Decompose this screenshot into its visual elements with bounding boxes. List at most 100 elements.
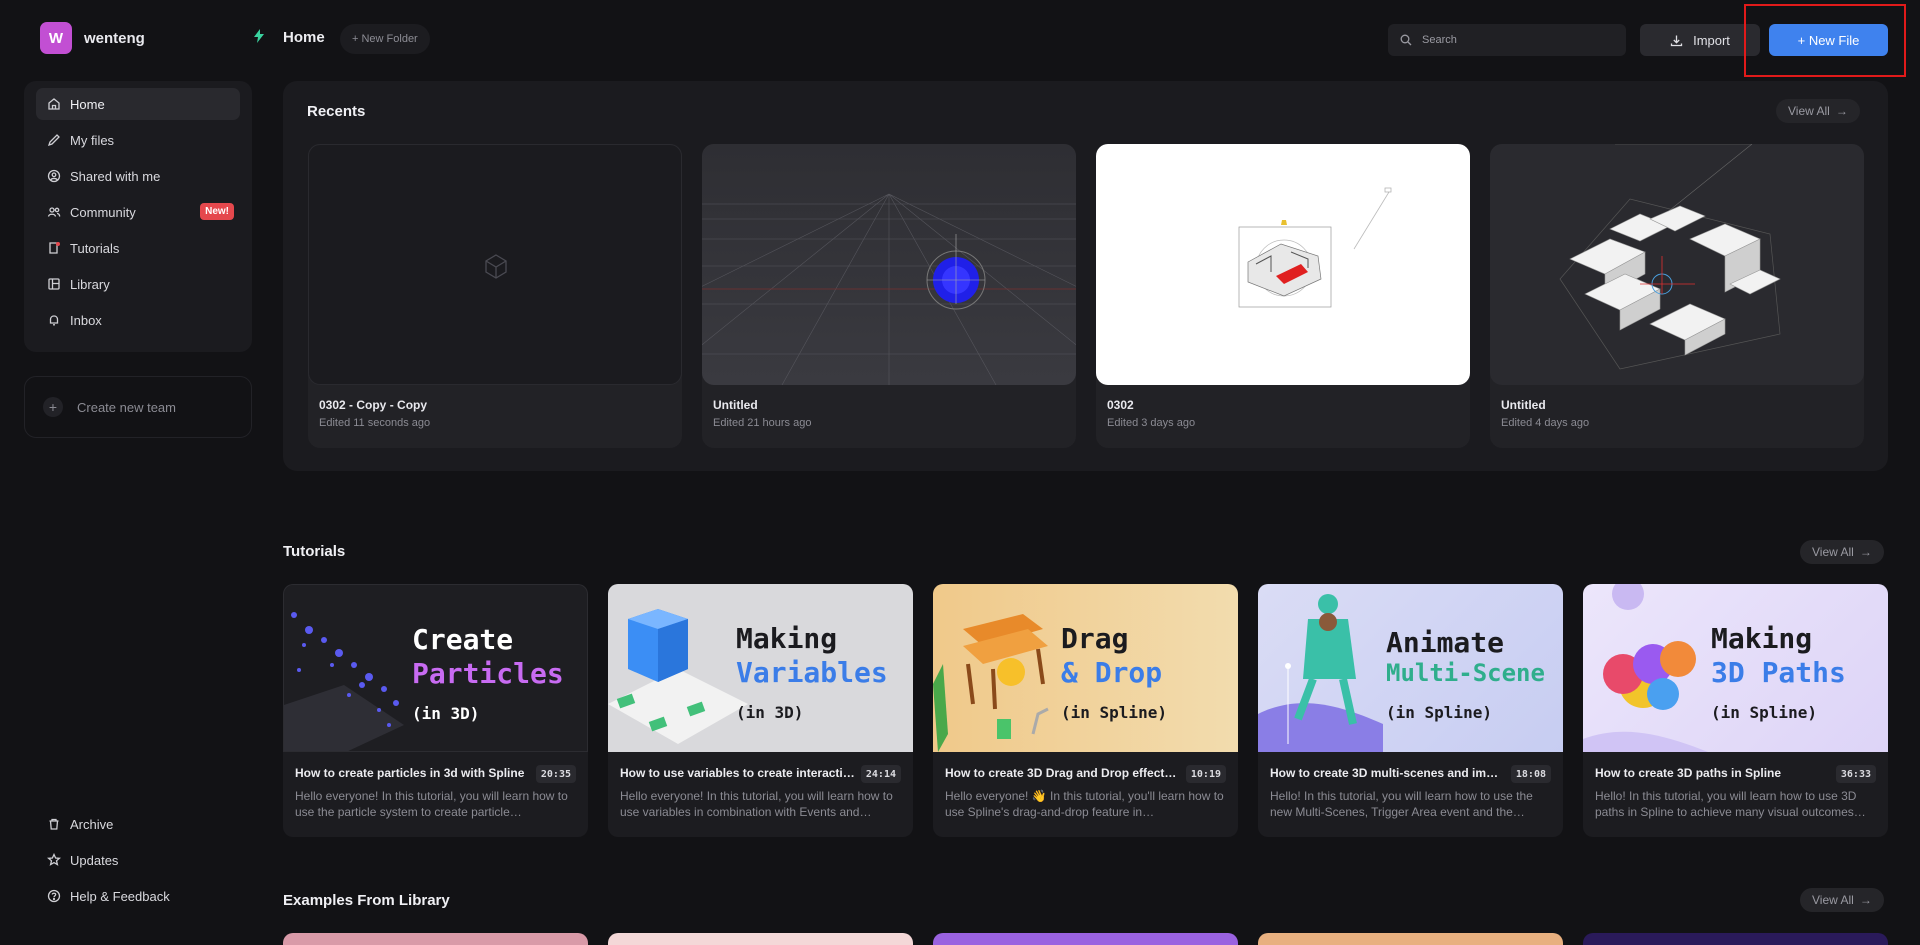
sidebar: W wenteng Home My files Shared with me C… (0, 0, 277, 945)
library-card[interactable] (933, 933, 1238, 945)
bolt-icon[interactable] (253, 28, 265, 48)
user-switcher[interactable]: W wenteng (40, 22, 270, 54)
tutorial-title: How to create 3D paths in Spline (1595, 766, 1782, 780)
recent-file-card[interactable]: Untitled Edited 4 days ago (1490, 144, 1864, 448)
sidebar-item-home[interactable]: Home (36, 88, 240, 120)
tutorial-duration: 18:08 (1510, 765, 1551, 783)
tutorial-thumbnail: Animate Multi-Scene (in Spline) (1258, 584, 1563, 752)
sidebar-item-updates[interactable]: Updates (36, 844, 170, 876)
view-all-label: View All (1788, 104, 1830, 118)
sidebar-item-community[interactable]: Community New! (36, 196, 240, 228)
arrow-right-icon: → (1859, 545, 1872, 559)
file-name: Untitled (1501, 398, 1546, 412)
recents-view-all[interactable]: View All → (1776, 99, 1860, 123)
username[interactable]: wenteng (84, 30, 145, 47)
tutorials-view-all[interactable]: View All → (1800, 540, 1884, 564)
library-card[interactable] (608, 933, 913, 945)
tutorial-headline-1: Drag (1061, 622, 1129, 655)
home-icon (46, 96, 62, 112)
file-edited: Edited 11 seconds ago (319, 417, 431, 429)
arrow-right-icon: → (1859, 893, 1872, 907)
tutorial-title: How to use variables to create interacti… (620, 766, 855, 780)
star-icon (46, 852, 62, 868)
recent-file-card[interactable]: Untitled Edited 21 hours ago (702, 144, 1076, 448)
tutorial-headline-2: 3D Paths (1711, 656, 1846, 689)
library-card[interactable] (1583, 933, 1888, 945)
tutorial-duration: 36:33 (1835, 765, 1876, 783)
sidebar-item-label: Community (70, 204, 136, 220)
tutorial-thumbnail: Making Variables (in 3D) (608, 584, 913, 752)
sidebar-item-archive[interactable]: Archive (36, 808, 170, 840)
library-icon (46, 276, 62, 292)
file-name: 0302 (1107, 398, 1134, 412)
tutorial-headline-1: Animate (1386, 626, 1505, 659)
sidebar-item-my-files[interactable]: My files (36, 124, 240, 156)
sidebar-item-shared[interactable]: Shared with me (36, 160, 240, 192)
tutorial-description: Hello everyone! 👋 In this tutorial, you'… (945, 789, 1224, 819)
sidebar-item-tutorials[interactable]: Tutorials (36, 232, 240, 264)
import-label: Import (1693, 32, 1730, 48)
library-card[interactable] (1258, 933, 1563, 945)
tutorial-headline-3: (in 3D) (736, 703, 804, 722)
tutorial-duration: 20:35 (535, 765, 576, 783)
search-icon (1400, 34, 1412, 46)
tutorial-description: Hello! In this tutorial, you will learn … (1595, 789, 1866, 819)
sidebar-item-label: Tutorials (70, 240, 120, 256)
tutorial-thumbnail: Drag & Drop (in Spline) (933, 584, 1238, 752)
new-badge: New! (200, 203, 234, 220)
file-thumbnail (1490, 144, 1864, 385)
tutorial-headline-3: (in Spline) (1711, 703, 1817, 722)
file-edited: Edited 3 days ago (1107, 417, 1196, 429)
file-edited: Edited 21 hours ago (713, 417, 812, 429)
file-thumbnail (308, 144, 682, 385)
tutorial-description: Hello! In this tutorial, you will learn … (1270, 789, 1533, 819)
sidebar-item-label: Library (70, 276, 110, 292)
cube-placeholder-icon (485, 254, 507, 279)
sidebar-item-inbox[interactable]: Inbox (36, 304, 240, 336)
sidebar-item-label: Shared with me (70, 168, 161, 184)
create-team-button[interactable]: + Create new team (24, 376, 252, 438)
arrow-right-icon: → (1835, 104, 1848, 118)
view-all-label: View All (1812, 545, 1854, 559)
tutorials-title: Tutorials (283, 543, 346, 560)
tutorial-description: Hello everyone! In this tutorial, you wi… (295, 789, 568, 819)
pencil-icon (46, 132, 62, 148)
recent-file-card[interactable]: 0302 Edited 3 days ago (1096, 144, 1470, 448)
sidebar-item-label: My files (70, 132, 115, 148)
tutorial-title: How to create 3D multi-scenes and imp… (1270, 766, 1505, 780)
tutorial-headline-1: Create (412, 623, 514, 656)
file-thumbnail (702, 144, 1076, 385)
sidebar-nav: Home My files Shared with me Community N… (24, 81, 252, 352)
new-folder-button[interactable]: + New Folder (340, 24, 430, 54)
tutorial-card[interactable]: Animate Multi-Scene (in Spline) How to c… (1258, 584, 1563, 837)
file-edited: Edited 4 days ago (1501, 417, 1590, 429)
user-circle-icon (46, 168, 62, 184)
highlight-box (1744, 4, 1906, 77)
import-button[interactable]: Import (1640, 24, 1760, 56)
sidebar-bottom-nav: Archive Updates Help & Feedback (36, 808, 170, 916)
download-icon (1670, 34, 1683, 47)
search-input[interactable]: Search (1388, 24, 1626, 56)
library-card[interactable] (283, 933, 588, 945)
book-icon (46, 240, 62, 256)
tutorial-card[interactable]: Drag & Drop (in Spline) How to create 3D… (933, 584, 1238, 837)
tutorial-description: Hello everyone! In this tutorial, you wi… (620, 789, 893, 819)
sidebar-item-library[interactable]: Library (36, 268, 240, 300)
tutorial-headline-1: Making (1711, 622, 1813, 655)
tutorial-card[interactable]: Create Particles (in 3D) How to create p… (283, 584, 588, 837)
tutorial-card[interactable]: Making Variables (in 3D) How to use vari… (608, 584, 913, 837)
bell-icon (46, 312, 62, 328)
file-name: 0302 - Copy - Copy (319, 398, 428, 412)
search-placeholder: Search (1422, 34, 1457, 46)
recent-file-card[interactable]: 0302 - Copy - Copy Edited 11 seconds ago (308, 144, 682, 448)
help-icon (46, 888, 62, 904)
tutorial-card[interactable]: Making 3D Paths (in Spline) How to creat… (1583, 584, 1888, 837)
sidebar-item-label: Updates (70, 852, 119, 868)
library-view-all[interactable]: View All → (1800, 888, 1884, 912)
sidebar-item-help[interactable]: Help & Feedback (36, 880, 170, 912)
library-title: Examples From Library (283, 892, 450, 909)
file-thumbnail (1096, 144, 1470, 385)
users-icon (46, 204, 62, 220)
avatar[interactable]: W (40, 22, 72, 54)
tutorial-headline-3: (in 3D) (412, 704, 480, 723)
